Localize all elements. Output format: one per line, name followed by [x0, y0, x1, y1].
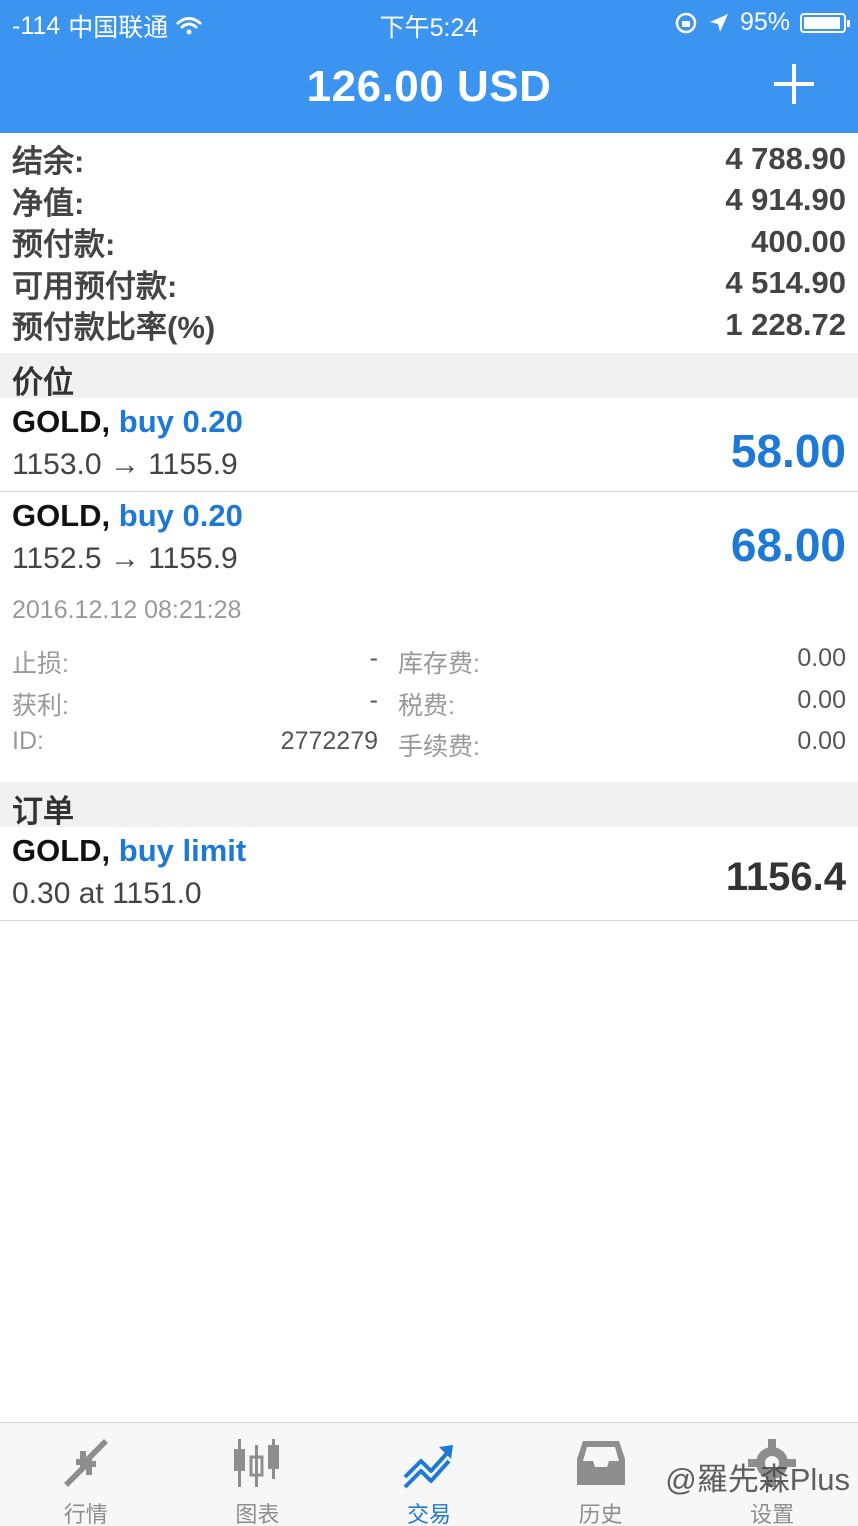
- position-profit: 58.00: [730, 425, 846, 477]
- page-title: 126.00 USD: [306, 62, 552, 111]
- account-row-balance: 结余: 4 788.90: [0, 138, 858, 180]
- account-row-free-margin: 可用预付款: 4 514.90: [0, 263, 858, 305]
- trade-trend-icon: [403, 1445, 453, 1489]
- account-row-margin: 预付款: 400.00: [0, 221, 858, 263]
- account-row-margin-level: 预付款比率(%) 1 228.72: [0, 304, 858, 346]
- position-row[interactable]: GOLD, buy 0.20 1153.0 → 1155.9 58.00: [0, 398, 858, 492]
- position-symbol: GOLD,: [12, 404, 111, 439]
- order-row[interactable]: GOLD, buy limit 0.30 at 1151.0 1156.4: [0, 827, 858, 921]
- battery-icon: [800, 12, 850, 33]
- account-row-equity: 净值: 4 914.90: [0, 180, 858, 222]
- position-symbol-line: GOLD, buy 0.20: [12, 404, 243, 440]
- tab-history[interactable]: 历史: [515, 1423, 687, 1526]
- account-value: 4 514.90: [725, 265, 846, 301]
- position-direction: buy 0.20: [118, 498, 243, 533]
- detail-value: -: [369, 685, 378, 714]
- position-details: 止损: - 库存费: 0.00 获利: - 税费: 0.00 ID: 27722…: [12, 640, 846, 765]
- detail-value: 0.00: [797, 727, 846, 755]
- order-prices: 0.30 at 1151.0: [12, 877, 202, 910]
- detail-value: 0.00: [797, 685, 846, 714]
- detail-value: 0.00: [797, 644, 846, 672]
- detail-label: 税费:: [398, 691, 455, 720]
- status-bar: -114 中国联通 下午5:24 95%: [0, 6, 858, 42]
- location-arrow-icon: [709, 13, 728, 32]
- detail-label: 获利:: [12, 691, 69, 720]
- tab-quotes[interactable]: 行情: [0, 1423, 172, 1526]
- orientation-lock-icon: [675, 12, 697, 33]
- tab-trade[interactable]: 交易: [343, 1423, 515, 1526]
- quotes-arrows-icon: [63, 1439, 108, 1487]
- position-symbol: GOLD,: [12, 498, 111, 533]
- detail-row: ID: 2772279 手续费: 0.00: [12, 723, 846, 765]
- tab-chart[interactable]: 图表: [172, 1423, 344, 1526]
- detail-label: 手续费:: [398, 733, 480, 761]
- account-label: 预付款:: [12, 227, 116, 263]
- position-prices: 1152.5 → 1155.9: [12, 542, 238, 575]
- position-direction: buy 0.20: [118, 404, 243, 439]
- order-symbol: GOLD,: [12, 833, 111, 868]
- position-symbol-line: GOLD, buy 0.20: [12, 498, 243, 534]
- account-value: 4 914.90: [725, 182, 846, 218]
- order-current-price: 1156.4: [725, 855, 846, 899]
- positions-section-header: 价位: [0, 353, 858, 400]
- order-symbol-line: GOLD, buy limit: [12, 833, 246, 869]
- account-summary: 结余: 4 788.90 净值: 4 914.90 预付款: 400.00 可用…: [0, 138, 858, 346]
- add-order-button[interactable]: [770, 60, 818, 108]
- detail-value: -: [369, 644, 378, 672]
- detail-row: 获利: - 税费: 0.00: [12, 682, 846, 724]
- position-profit: 68.00: [730, 519, 846, 571]
- account-value: 1 228.72: [725, 306, 846, 342]
- account-label: 可用预付款:: [12, 268, 178, 304]
- detail-value: 2772279: [280, 727, 378, 755]
- detail-label: 库存费:: [398, 650, 480, 678]
- header-bar: -114 中国联通 下午5:24 95% 126.00 USD: [0, 0, 858, 133]
- position-prices: 1153.0 → 1155.9: [12, 448, 238, 481]
- watermark-text: @羅先森Plus: [665, 1462, 850, 1497]
- account-value: 4 788.90: [725, 140, 846, 176]
- position-open-time: 2016.12.12 08:21:28: [12, 596, 242, 624]
- orders-section-header: 订单: [0, 782, 858, 829]
- account-label: 净值:: [12, 185, 85, 221]
- detail-label: ID:: [12, 727, 44, 755]
- account-label: 预付款比率(%): [12, 310, 216, 346]
- detail-label: 止损:: [12, 650, 69, 678]
- account-label: 结余:: [12, 144, 85, 180]
- tab-label: 图表: [235, 1502, 280, 1526]
- history-inbox-icon: [576, 1441, 625, 1485]
- candlestick-chart-icon: [234, 1439, 280, 1487]
- detail-row: 止损: - 库存费: 0.00: [12, 640, 846, 682]
- tab-label: 交易: [406, 1502, 451, 1526]
- battery-percent: 95%: [739, 8, 790, 36]
- tab-label: 行情: [63, 1502, 108, 1526]
- account-value: 400.00: [751, 223, 846, 259]
- order-direction: buy limit: [118, 833, 247, 868]
- tab-label: 设置: [750, 1502, 795, 1526]
- tab-label: 历史: [578, 1502, 623, 1526]
